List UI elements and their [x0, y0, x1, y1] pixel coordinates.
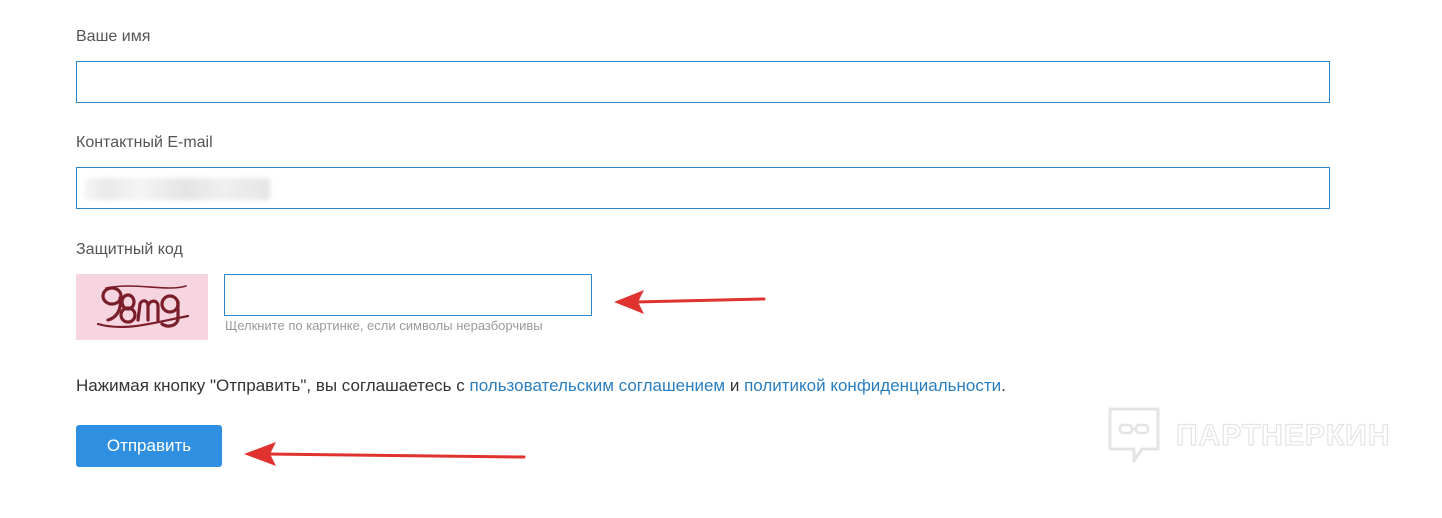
privacy-link[interactable]: политикой конфиденциальности	[744, 376, 1001, 395]
watermark: ПАРТНЕРКИН	[1106, 405, 1390, 467]
captcha-hint: Щелкните по картинке, если символы нераз…	[225, 318, 543, 333]
red-arrow-icon	[614, 290, 766, 314]
agreement-text: Нажимая кнопку "Отправить", вы соглашает…	[76, 376, 1006, 396]
captcha-input[interactable]	[224, 274, 592, 316]
name-input[interactable]	[76, 61, 1330, 103]
feedback-form-page: Ваше имя Контактный E-mail Защитный код	[0, 0, 1442, 518]
watermark-text: ПАРТНЕРКИН	[1175, 418, 1391, 452]
submit-button[interactable]: Отправить	[76, 425, 222, 467]
name-label: Ваше имя	[76, 28, 151, 45]
agreement-suffix: .	[1001, 376, 1006, 395]
terms-link[interactable]: пользовательским соглашением	[469, 376, 725, 395]
email-label: Контактный E-mail	[76, 134, 213, 151]
agreement-conjunction: и	[725, 376, 745, 395]
captcha-label: Защитный код	[76, 241, 183, 258]
captcha-glyphs	[96, 285, 190, 329]
email-blurred-value	[84, 178, 270, 200]
agreement-prefix: Нажимая кнопку "Отправить", вы соглашает…	[76, 376, 470, 395]
captcha-image[interactable]	[76, 274, 208, 340]
chat-bubble-logo-icon	[1108, 407, 1160, 463]
red-arrow-icon	[244, 442, 526, 466]
